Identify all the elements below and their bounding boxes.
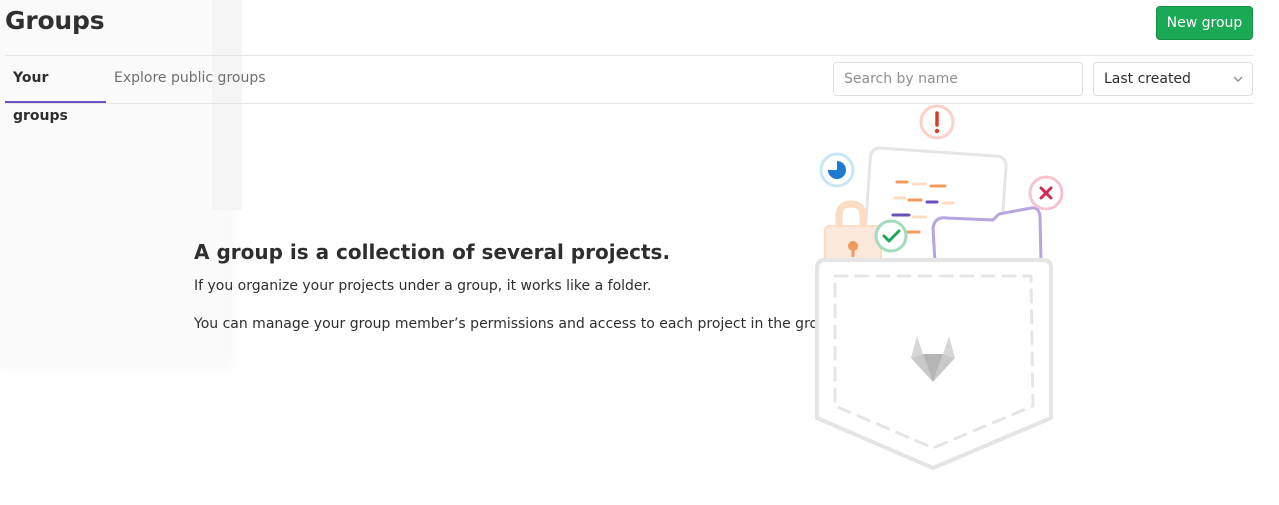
page-title: Groups	[5, 6, 105, 35]
tab-explore-public-groups[interactable]: Explore public groups	[106, 59, 274, 103]
search-input[interactable]	[833, 62, 1083, 96]
overlay-stripe	[212, 0, 242, 210]
chevron-down-icon	[1233, 76, 1243, 82]
sort-dropdown-label: Last created	[1104, 71, 1191, 87]
pie-icon	[819, 152, 855, 188]
empty-state-line-2: You can manage your group member’s permi…	[194, 316, 841, 332]
error-x-icon	[1028, 175, 1064, 211]
empty-groups-illustration	[815, 104, 1064, 470]
sort-dropdown[interactable]: Last created	[1093, 62, 1253, 96]
check-icon	[874, 219, 908, 253]
empty-state-title: A group is a collection of several proje…	[194, 240, 671, 264]
tab-your-groups[interactable]: Your groups	[5, 59, 106, 124]
new-group-button[interactable]: New group	[1156, 6, 1253, 40]
header-divider	[5, 55, 1253, 56]
empty-state-line-1: If you organize your projects under a gr…	[194, 278, 652, 294]
warning-icon	[919, 104, 955, 140]
